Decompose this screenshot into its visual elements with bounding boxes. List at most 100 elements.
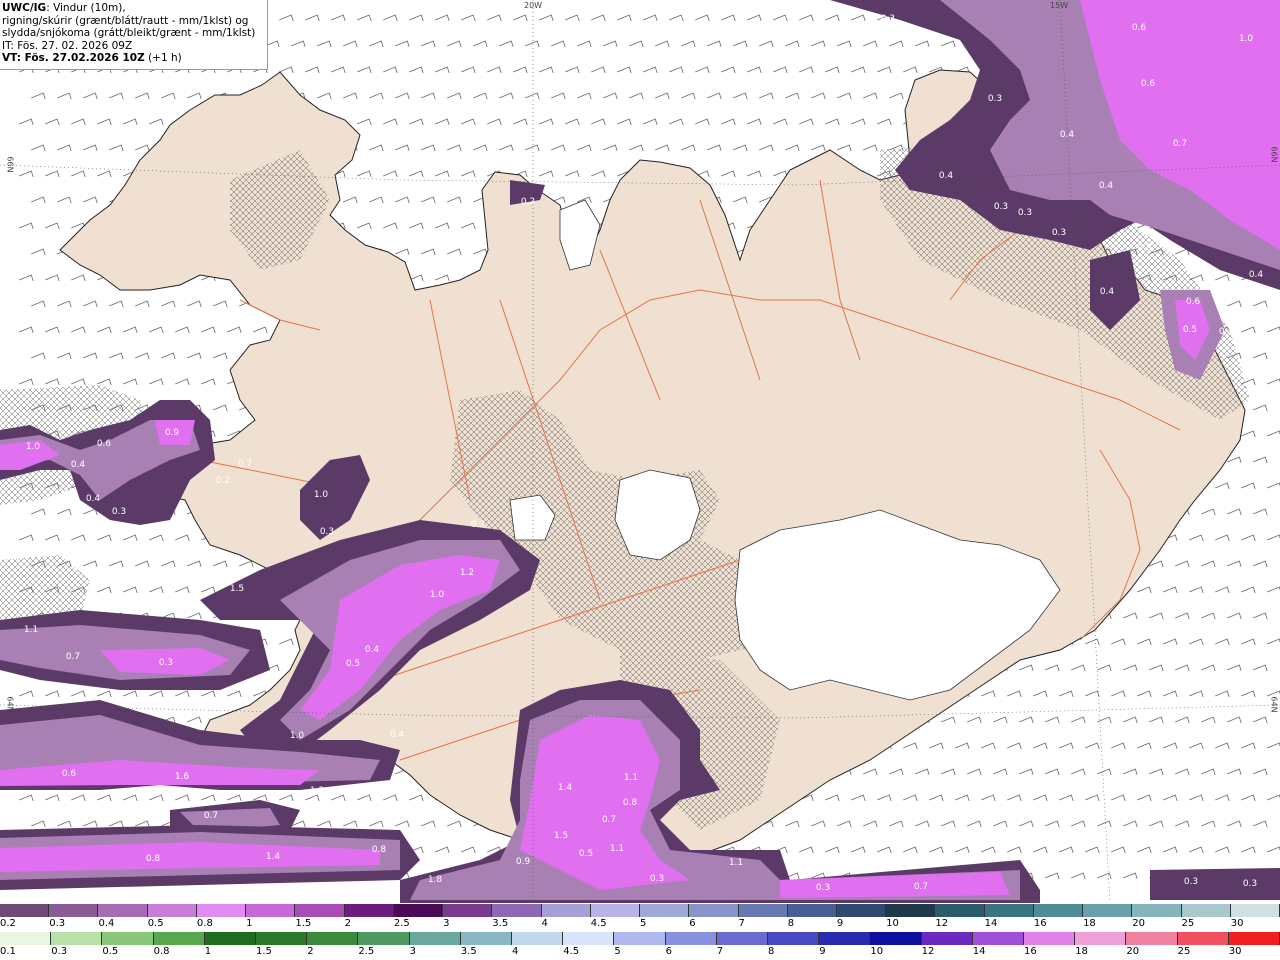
- legend-swatch: [358, 932, 410, 945]
- description-line-2: rigning/skúrir (grænt/blátt/rautt - mm/1…: [2, 14, 249, 27]
- legend-label: 0.8: [153, 946, 170, 957]
- precip-value: 0.7: [204, 811, 218, 821]
- weather-map: 0.3 0.6 1.0 0.3 0.4 0.7 0.6 0.4 0.3 0.3 0.4 0.3 0.4 0…: [0, 0, 1280, 903]
- valid-offset: (+1 h): [144, 52, 182, 65]
- precip-value: 0.3: [174, 519, 188, 529]
- legend-swatch: [1177, 932, 1229, 945]
- precip-value: 0.2: [216, 476, 230, 486]
- legend-label: 12: [921, 946, 935, 957]
- precip-value: 0.3: [881, 14, 895, 24]
- legend-swatch: [614, 932, 666, 945]
- legend-label: 30: [1230, 918, 1244, 929]
- legend-label: 9: [819, 946, 826, 957]
- legend-swatch: [819, 932, 871, 945]
- description-line-1: : Vindur (10m),: [46, 2, 126, 14]
- valid-time: VT: Fös. 27.02.2026 10Z: [2, 52, 145, 65]
- legend-label: 14: [984, 918, 998, 929]
- legend-label: 4.5: [563, 946, 580, 957]
- precip-value: 0.6: [1186, 297, 1201, 307]
- precip-value: 0.4: [1099, 181, 1114, 191]
- map-info-box: UWC/IG: Vindur (10m), rigning/skúrir (gr…: [0, 0, 268, 70]
- legend-label: 3.5: [460, 946, 477, 957]
- precip-value: 1.0: [314, 490, 329, 500]
- legend-label: 25: [1177, 946, 1191, 957]
- precip-value: 0.5: [346, 659, 360, 669]
- precip-value: 0.4: [86, 494, 101, 504]
- legend-swatch: [716, 932, 769, 945]
- legend-swatch: [787, 904, 837, 917]
- precip-value: 0.7: [1173, 139, 1187, 149]
- legend-swatch: [1228, 932, 1280, 945]
- legend-swatch: [0, 904, 50, 917]
- legend-label: 12: [935, 918, 949, 929]
- legend-swatch: [1132, 904, 1182, 917]
- lon-label-15w: 15W: [1050, 1, 1069, 10]
- precip-value: 0.8: [623, 798, 638, 808]
- precip-value: 0.7: [66, 652, 80, 662]
- legend-swatch: [1126, 932, 1178, 945]
- legend-swatch: [153, 932, 205, 945]
- legend-label: 2: [344, 918, 351, 929]
- precip-value: 0.4: [1249, 270, 1264, 280]
- precip-value: 0.6: [97, 439, 112, 449]
- legend-label: 0.8: [196, 918, 213, 929]
- precip-value: 0.9: [165, 428, 180, 438]
- precip-value: 1.1: [610, 844, 624, 854]
- legend-swatch: [204, 932, 257, 945]
- legend-swatch: [51, 932, 103, 945]
- legend-swatch: [409, 932, 461, 945]
- precip-value: 0.2: [521, 197, 535, 207]
- legend-label: 18: [1083, 918, 1096, 929]
- legend-swatch: [541, 904, 591, 917]
- precip-value: 1.1: [729, 858, 743, 868]
- legend-label: 0.3: [51, 946, 68, 957]
- legend-swatch: [870, 932, 922, 945]
- legend-label: 4: [512, 946, 519, 957]
- rain-legend: 0.1 0.3 0.5 0.8 1 1.5 2 2.5 3 3.5 4 4.5 5 6 7 8 9 10 12 14 1…: [0, 932, 1280, 960]
- legend-swatch: [563, 932, 615, 945]
- legend-label: 3: [443, 918, 450, 929]
- precip-value: 0.7: [914, 882, 928, 892]
- legend-swatch: [1230, 904, 1280, 917]
- legend-swatch: [492, 904, 542, 917]
- legend-label: 16: [1033, 918, 1047, 929]
- description-line-3: slydda/snjókoma (grátt/bleikt/grænt - mm…: [2, 27, 256, 40]
- lon-label-20w: 20W: [524, 1, 543, 10]
- lat-label-64n-left: 64N: [5, 696, 15, 713]
- precip-value: 1.0: [1239, 34, 1254, 44]
- precip-value: 0.3: [320, 527, 334, 537]
- precip-value: 0.9: [516, 857, 531, 867]
- model-name: UWC/IG: [2, 2, 47, 14]
- precip-value: 0.4: [390, 730, 405, 740]
- precip-value: 0.5: [579, 849, 593, 859]
- legend-swatch: [102, 932, 154, 945]
- legend-label: 20: [1132, 918, 1146, 929]
- precip-value: 1.4: [266, 852, 281, 862]
- legend-label: 0.3: [49, 918, 66, 929]
- legend-swatch: [689, 904, 739, 917]
- legend-swatch: [1033, 904, 1084, 917]
- precip-value: 1.0: [430, 590, 445, 600]
- legend-label: 2: [307, 946, 314, 957]
- precip-value: 0.4: [939, 171, 954, 181]
- precip-value: 0.4: [1219, 327, 1234, 337]
- precip-value: 1.5: [554, 831, 568, 841]
- precip-value: 1.8: [428, 875, 443, 885]
- legend-label: 10: [870, 946, 884, 957]
- legend-label: 16: [1024, 946, 1037, 957]
- precip-value: 0.4: [1100, 287, 1115, 297]
- legend-label: 6: [689, 918, 696, 929]
- legend-label: 5: [614, 946, 621, 957]
- lat-label-66n: 66N: [1269, 146, 1279, 163]
- legend-swatch: [935, 904, 985, 917]
- snow-legend: 0.2 0.3 0.4 0.5 0.8 1 1.5 2 2.5 3 3.5 4 4.5 5 6 7 8 9 10 12…: [0, 904, 1280, 932]
- precip-value: 0.3: [159, 658, 173, 668]
- legend-swatch: [295, 904, 345, 917]
- legend-label: 4: [541, 918, 548, 929]
- precip-value: 0.3: [1018, 208, 1032, 218]
- legend-swatch: [1075, 932, 1127, 945]
- precip-value: 1.3: [310, 786, 324, 796]
- legend-swatch: [49, 904, 99, 917]
- precip-value: 0.3: [816, 883, 830, 893]
- legend-label: 20: [1126, 946, 1140, 957]
